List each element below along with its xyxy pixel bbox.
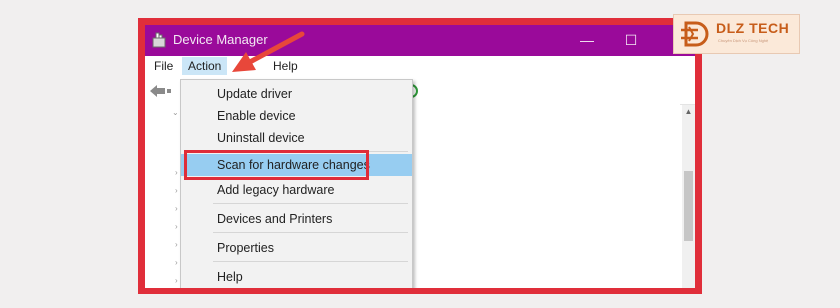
logo-text: DLZ TECH bbox=[716, 20, 790, 36]
logo-mark-icon bbox=[681, 21, 709, 47]
dlz-tech-logo: DLZ TECH Chuyên Dịch Vụ Công Nghệ bbox=[673, 14, 800, 54]
logo-tagline: Chuyên Dịch Vụ Công Nghệ bbox=[718, 38, 769, 43]
